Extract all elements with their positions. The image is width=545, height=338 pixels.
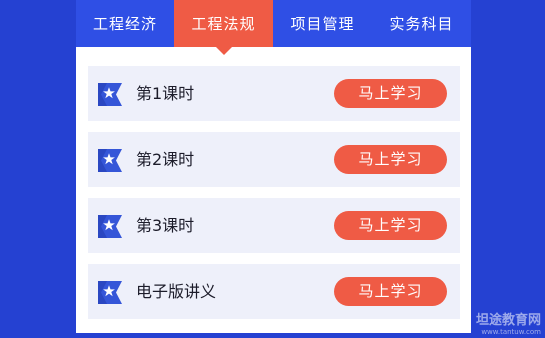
star-bookmark-icon bbox=[98, 215, 122, 238]
lesson-title: 电子版讲义 bbox=[136, 282, 217, 301]
site-watermark: 坦途教育网 www.tantuw.com bbox=[475, 313, 541, 337]
lesson-row[interactable]: 第3课时 马上学习 bbox=[88, 198, 460, 253]
tab-bar: 工程经济 工程法规 项目管理 实务科目 bbox=[76, 0, 471, 55]
course-card: 工程经济 工程法规 项目管理 实务科目 第1课时 马上学习 第2课时 马上学习 bbox=[76, 0, 471, 333]
star-bookmark-icon bbox=[98, 149, 122, 172]
watermark-url: www.tantuw.com bbox=[481, 328, 541, 336]
start-learning-button[interactable]: 马上学习 bbox=[334, 79, 447, 108]
start-learning-button[interactable]: 马上学习 bbox=[334, 277, 447, 306]
tab-project-management[interactable]: 项目管理 bbox=[273, 0, 372, 47]
lesson-row[interactable]: 第1课时 马上学习 bbox=[88, 66, 460, 121]
star-bookmark-icon bbox=[98, 83, 122, 106]
lesson-title: 第2课时 bbox=[136, 150, 195, 169]
lesson-title: 第3课时 bbox=[136, 216, 195, 235]
star-bookmark-icon bbox=[98, 281, 122, 304]
tab-engineering-regulations[interactable]: 工程法规 bbox=[174, 0, 273, 55]
start-learning-button[interactable]: 马上学习 bbox=[334, 211, 447, 240]
watermark-name: 坦途教育网 bbox=[475, 313, 541, 328]
lesson-row[interactable]: 电子版讲义 马上学习 bbox=[88, 264, 460, 319]
tab-engineering-economics[interactable]: 工程经济 bbox=[76, 0, 174, 47]
tab-practice-subjects[interactable]: 实务科目 bbox=[372, 0, 471, 47]
lesson-row[interactable]: 第2课时 马上学习 bbox=[88, 132, 460, 187]
start-learning-button[interactable]: 马上学习 bbox=[334, 145, 447, 174]
lesson-title: 第1课时 bbox=[136, 84, 195, 103]
